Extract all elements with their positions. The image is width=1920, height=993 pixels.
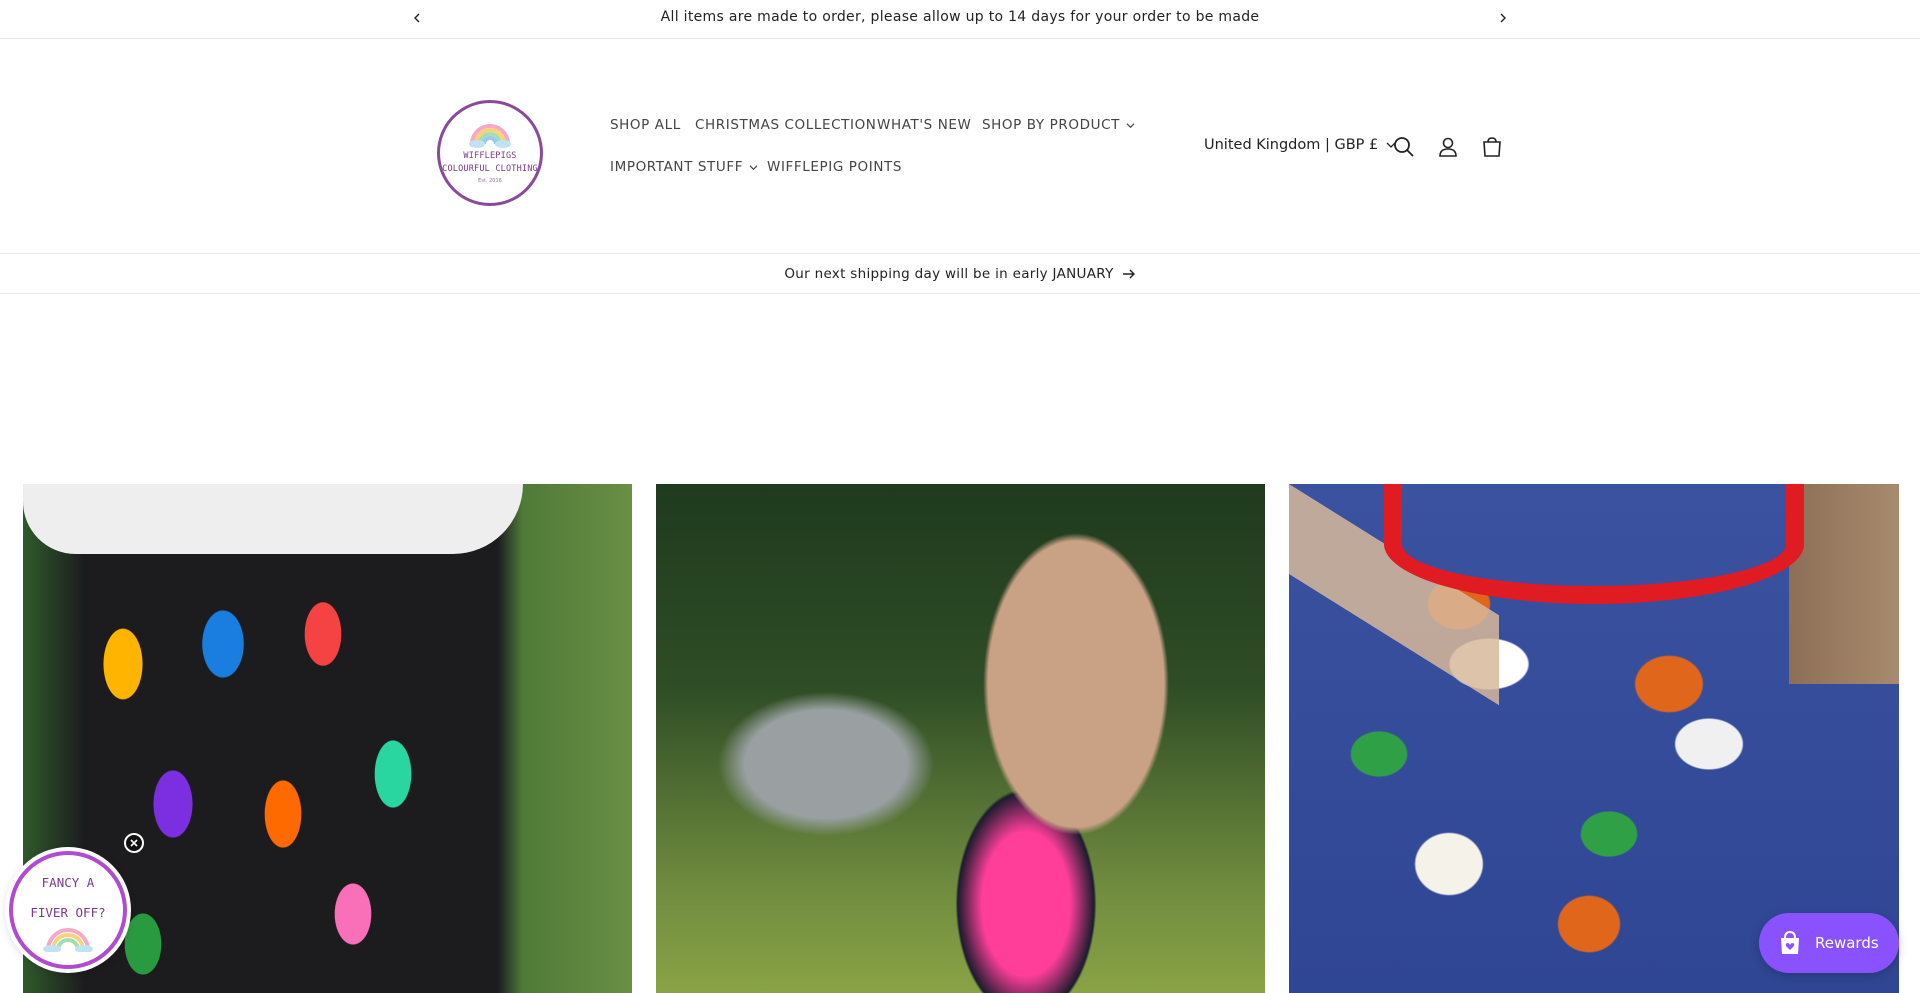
chevron-down-icon (1126, 122, 1135, 128)
nav-item-label: IMPORTANT STUFF (610, 159, 744, 175)
nav-item-shop-all[interactable]: SHOP ALL (610, 117, 681, 133)
nav-item-important-stuff[interactable]: IMPORTANT STUFF (610, 159, 758, 175)
rewards-label: Rewards (1815, 934, 1879, 952)
fiver-off-popup[interactable]: FANCY A FIVER OFF? (9, 851, 127, 969)
account-icon[interactable] (1435, 134, 1461, 160)
site-header: WIFFLEPIGS COLOURFUL CLOTHING Est. 2016 … (0, 39, 1920, 254)
nav-item-shop-by-product[interactable]: SHOP BY PRODUCT (982, 117, 1135, 133)
rainbow-icon (469, 124, 511, 148)
cart-icon[interactable] (1479, 134, 1505, 160)
logo-line-2: COLOURFUL CLOTHING (442, 164, 538, 174)
nav-item-label: WIFFLEPIG POINTS (767, 159, 903, 175)
popup-line-1: FANCY A (41, 875, 95, 890)
red-collar (1384, 484, 1804, 604)
arrow-right-icon (1122, 269, 1135, 279)
rainbow-icon (43, 928, 93, 952)
chevron-right-icon[interactable] (1493, 8, 1513, 28)
search-icon[interactable] (1391, 134, 1417, 160)
shipping-notice-text: Our next shipping day will be in early J… (784, 266, 1114, 282)
country-currency-selector[interactable]: United Kingdom | GBP £ (1204, 137, 1396, 153)
rewards-button[interactable]: Rewards (1759, 913, 1899, 973)
popup-line-2: FIVER OFF? (30, 905, 106, 920)
nav-item-whats-new[interactable]: WHAT'S NEW (877, 117, 971, 133)
store-logo[interactable]: WIFFLEPIGS COLOURFUL CLOTHING Est. 2016 (437, 100, 543, 206)
shipping-notice-bar[interactable]: Our next shipping day will be in early J… (0, 255, 1920, 294)
logo-line-1: WIFFLEPIGS (463, 151, 517, 161)
leggings-waistband (23, 484, 523, 554)
nav-item-label: SHOP ALL (610, 117, 681, 133)
close-icon[interactable] (124, 833, 144, 853)
announcement-message: All items are made to order, please allo… (660, 9, 1260, 25)
logo-line-3: Est. 2016 (478, 178, 502, 184)
chevron-down-icon (749, 164, 758, 170)
nav-item-label: CHRISTMAS COLLECTION (695, 117, 877, 133)
nav-item-christmas-collection[interactable]: CHRISTMAS COLLECTION (695, 117, 877, 133)
announcement-bar: All items are made to order, please allo… (0, 0, 1920, 39)
locale-label: United Kingdom | GBP £ (1204, 137, 1379, 153)
nav-item-label: SHOP BY PRODUCT (982, 117, 1120, 133)
shopping-bag-heart-icon (1781, 930, 1799, 954)
wood-background (1789, 484, 1899, 684)
product-image-christmas-trees-dress[interactable] (656, 484, 1265, 993)
nav-item-wifflepig-points[interactable]: WIFFLEPIG POINTS (767, 159, 902, 175)
nav-item-label: WHAT'S NEW (877, 117, 972, 133)
